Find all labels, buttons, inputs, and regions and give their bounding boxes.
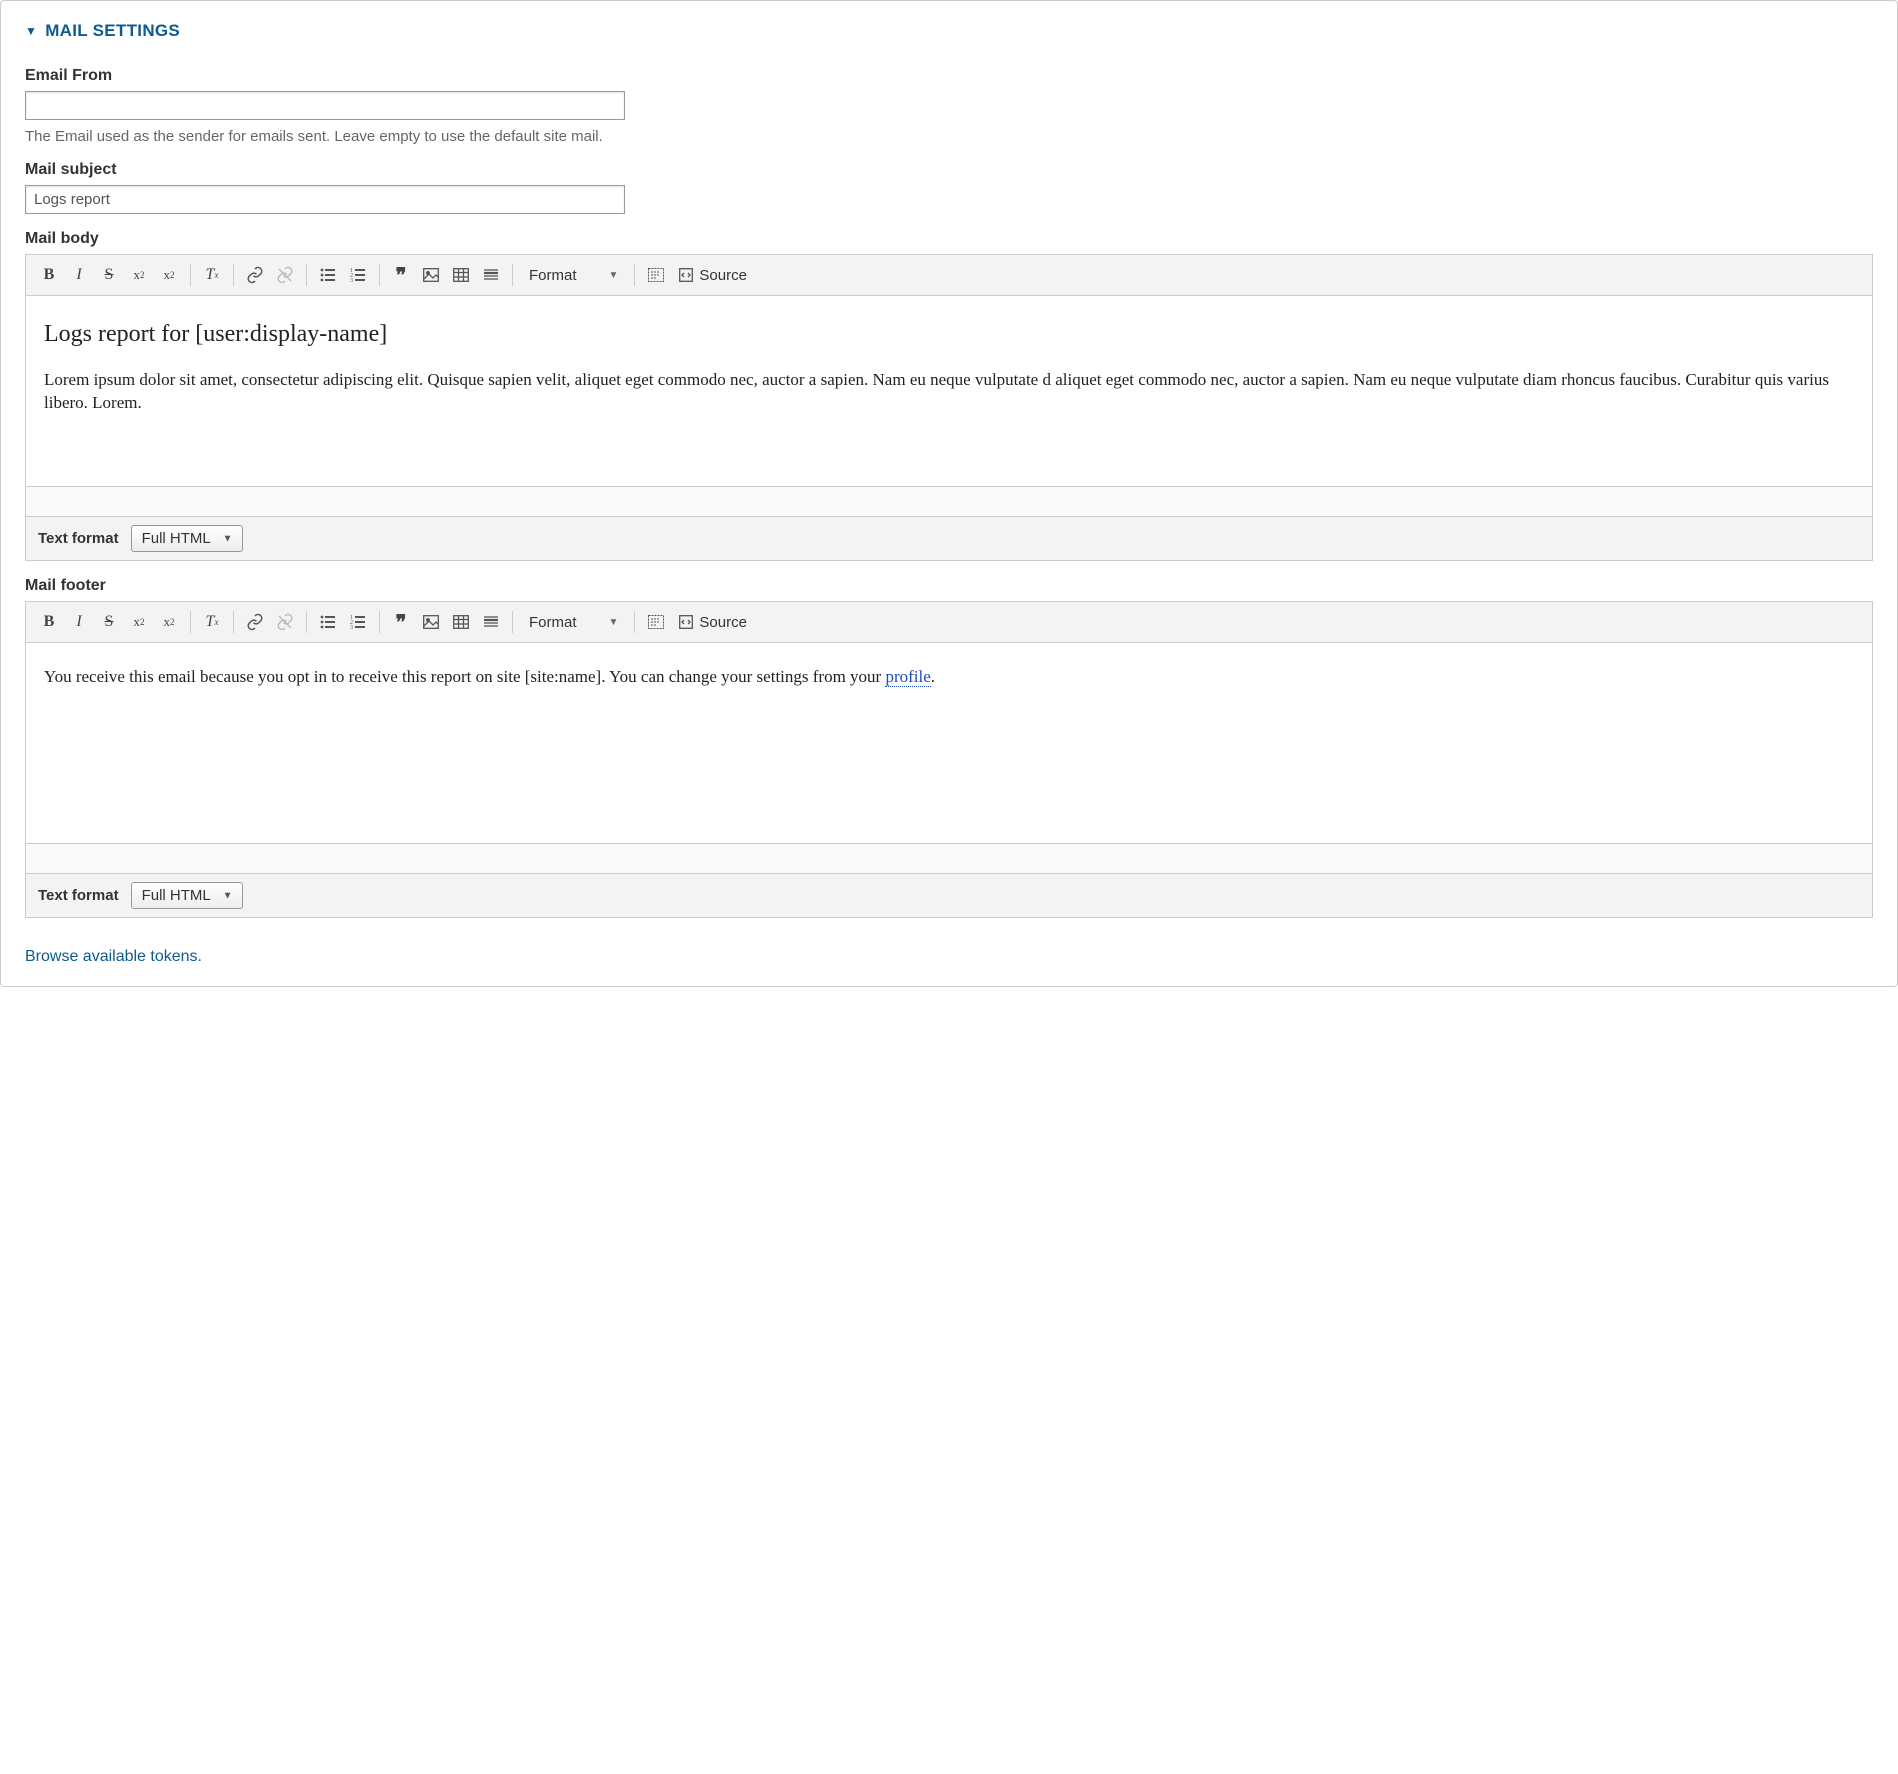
chevron-down-icon: ▼ (609, 617, 619, 628)
horizontal-rule-button[interactable] (476, 608, 506, 636)
source-button[interactable]: Source (671, 261, 755, 289)
image-button[interactable] (416, 261, 446, 289)
format-dropdown-label: Format (529, 614, 577, 631)
strike-button[interactable]: S (94, 608, 124, 636)
svg-text:1: 1 (350, 268, 353, 274)
toolbar-separator (233, 611, 234, 633)
unlink-button[interactable] (270, 261, 300, 289)
browse-tokens-link[interactable]: Browse available tokens. (25, 948, 202, 966)
italic-button[interactable]: I (64, 261, 94, 289)
mail-body-editor: B I S x2 x2 Tx 123 (25, 254, 1873, 517)
remove-format-button[interactable]: Tx (197, 261, 227, 289)
numbered-list-button[interactable]: 123 (343, 608, 373, 636)
show-blocks-button[interactable] (641, 261, 671, 289)
body-paragraph: Lorem ipsum dolor sit amet, consectetur … (44, 368, 1854, 416)
toolbar-separator (379, 611, 380, 633)
remove-format-button[interactable]: Tx (197, 608, 227, 636)
table-button[interactable] (446, 608, 476, 636)
link-button[interactable] (240, 261, 270, 289)
source-button-label: Source (699, 267, 747, 284)
toolbar-separator (512, 264, 513, 286)
footer-suffix: . (931, 667, 935, 686)
text-format-label: Text format (38, 530, 119, 547)
blockquote-button[interactable]: ❞ (386, 261, 416, 289)
mail-subject-item: Mail subject (25, 161, 1873, 214)
format-dropdown[interactable]: Format ▼ (519, 608, 628, 636)
svg-text:3: 3 (350, 278, 353, 283)
svg-text:2: 2 (350, 620, 353, 626)
strike-button[interactable]: S (94, 261, 124, 289)
table-button[interactable] (446, 261, 476, 289)
source-button[interactable]: Source (671, 608, 755, 636)
subscript-button[interactable]: x2 (154, 608, 184, 636)
toolbar-separator (306, 264, 307, 286)
format-dropdown[interactable]: Format ▼ (519, 261, 628, 289)
mail-body-toolbar: B I S x2 x2 Tx 123 (26, 255, 1872, 296)
body-heading: Logs report for [user:display-name] (44, 318, 1854, 352)
collapse-triangle-icon: ▼ (25, 25, 37, 37)
toolbar-separator (190, 611, 191, 633)
chevron-down-icon: ▼ (609, 270, 619, 281)
mail-footer-content[interactable]: You receive this email because you opt i… (26, 643, 1872, 843)
mail-footer-item: Mail footer B I S x2 x2 Tx (25, 577, 1873, 918)
bold-button[interactable]: B (34, 261, 64, 289)
superscript-button[interactable]: x2 (124, 261, 154, 289)
italic-button[interactable]: I (64, 608, 94, 636)
mail-footer-label: Mail footer (25, 577, 1873, 595)
text-format-label: Text format (38, 887, 119, 904)
email-from-label: Email From (25, 67, 1873, 85)
toolbar-separator (379, 264, 380, 286)
mail-subject-label: Mail subject (25, 161, 1873, 179)
email-from-help: The Email used as the sender for emails … (25, 128, 1873, 145)
mail-body-item: Mail body B I S x2 x2 Tx (25, 230, 1873, 561)
unlink-button[interactable] (270, 608, 300, 636)
mail-footer-editor: B I S x2 x2 Tx 123 (25, 601, 1873, 874)
mail-body-text-format-bar: Text format Full HTML (25, 517, 1873, 561)
mail-settings-fieldset: ▼ MAIL SETTINGS Email From The Email use… (0, 0, 1898, 987)
toolbar-separator (233, 264, 234, 286)
section-title: MAIL SETTINGS (45, 21, 180, 41)
svg-text:3: 3 (350, 625, 353, 630)
footer-paragraph: You receive this email because you opt i… (44, 665, 1854, 689)
blockquote-button[interactable]: ❞ (386, 608, 416, 636)
email-from-input[interactable] (25, 91, 625, 120)
editor-statusbar (26, 486, 1872, 516)
format-dropdown-label: Format (529, 267, 577, 284)
mail-body-text-format-select[interactable]: Full HTML (131, 525, 243, 552)
toolbar-separator (512, 611, 513, 633)
show-blocks-button[interactable] (641, 608, 671, 636)
horizontal-rule-button[interactable] (476, 261, 506, 289)
email-from-item: Email From The Email used as the sender … (25, 67, 1873, 145)
mail-settings-legend[interactable]: ▼ MAIL SETTINGS (25, 21, 1873, 41)
mail-footer-text-format-bar: Text format Full HTML (25, 874, 1873, 918)
editor-statusbar (26, 843, 1872, 873)
svg-text:2: 2 (350, 273, 353, 279)
svg-text:1: 1 (350, 615, 353, 621)
toolbar-separator (634, 264, 635, 286)
mail-footer-text-format-select[interactable]: Full HTML (131, 882, 243, 909)
mail-footer-toolbar: B I S x2 x2 Tx 123 (26, 602, 1872, 643)
bold-button[interactable]: B (34, 608, 64, 636)
bulleted-list-button[interactable] (313, 261, 343, 289)
numbered-list-button[interactable]: 123 (343, 261, 373, 289)
toolbar-separator (634, 611, 635, 633)
bulleted-list-button[interactable] (313, 608, 343, 636)
toolbar-separator (306, 611, 307, 633)
footer-text: You receive this email because you opt i… (44, 667, 885, 686)
profile-link[interactable]: profile (885, 667, 930, 687)
superscript-button[interactable]: x2 (124, 608, 154, 636)
subscript-button[interactable]: x2 (154, 261, 184, 289)
source-button-label: Source (699, 614, 747, 631)
mail-body-content[interactable]: Logs report for [user:display-name] Lore… (26, 296, 1872, 486)
toolbar-separator (190, 264, 191, 286)
image-button[interactable] (416, 608, 446, 636)
mail-subject-input[interactable] (25, 185, 625, 214)
link-button[interactable] (240, 608, 270, 636)
mail-body-label: Mail body (25, 230, 1873, 248)
